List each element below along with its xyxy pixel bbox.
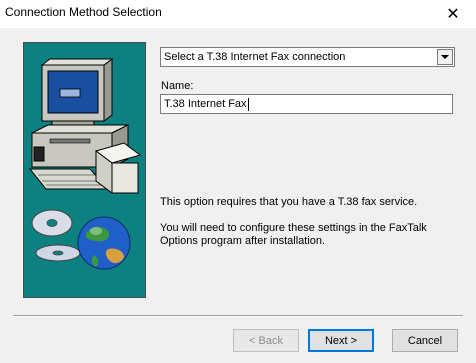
connection-method-select[interactable]: Select a T.38 Internet Fax connection: [160, 47, 455, 67]
wizard-side-image: [23, 42, 146, 298]
configuration-note: You will need to configure these setting…: [160, 222, 427, 247]
computer-globe-illustration: [28, 58, 142, 270]
name-label: Name:: [161, 80, 194, 92]
window-title: Connection Method Selection: [5, 5, 162, 19]
dialog-window: Connection Method Selection ✕ Select a T…: [0, 0, 476, 363]
close-icon: ✕: [446, 6, 460, 23]
button-divider: [13, 315, 463, 317]
requirement-note: This option requires that you have a T.3…: [160, 196, 418, 208]
chevron-down-icon: [441, 55, 449, 59]
connection-method-value: Select a T.38 Internet Fax connection: [164, 51, 346, 63]
dropdown-button[interactable]: [437, 49, 453, 65]
name-input-value: T.38 Internet Fax: [164, 98, 247, 110]
close-button[interactable]: ✕: [430, 0, 476, 28]
back-button[interactable]: < Back: [233, 329, 299, 352]
text-caret: [247, 98, 249, 111]
next-button[interactable]: Next >: [308, 329, 374, 352]
name-input[interactable]: T.38 Internet Fax: [160, 94, 453, 114]
cancel-button[interactable]: Cancel: [392, 329, 458, 352]
title-bar: Connection Method Selection ✕: [0, 0, 476, 28]
